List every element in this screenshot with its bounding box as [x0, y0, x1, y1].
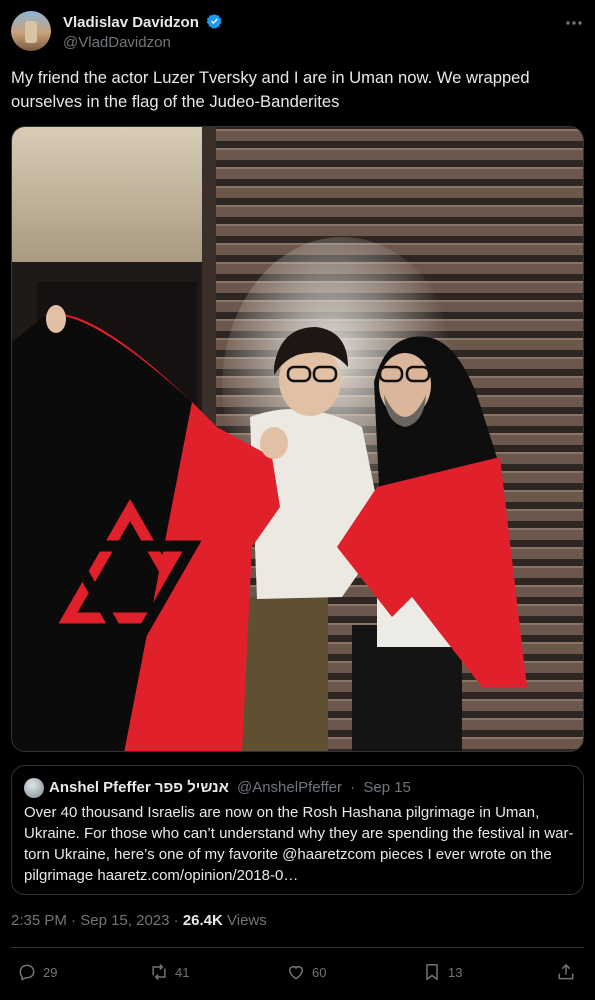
quoted-date: Sep 15 [363, 779, 411, 796]
repost-count: 41 [175, 964, 190, 980]
more-options-icon[interactable] [564, 13, 584, 33]
reply-count: 29 [43, 964, 58, 980]
tweet-header: Vladislav Davidzon @VladDavidzon [11, 11, 584, 55]
author-name-row[interactable]: Vladislav Davidzon [63, 13, 223, 31]
quoted-tweet-text: Over 40 thousand Israelis are now on the… [24, 804, 574, 884]
author-handle[interactable]: @VladDavidzon [63, 34, 171, 51]
share-icon [558, 963, 574, 980]
tweet-actions-bar: 29 41 60 13 [11, 958, 584, 986]
quoted-author-handle: @AnshelPfeffer [236, 779, 342, 796]
author-avatar[interactable] [11, 11, 51, 51]
quoted-author-avatar [24, 778, 44, 798]
quoted-tweet-header: Anshel Pfeffer אנשיל פפר @AnshelPfeffer … [49, 779, 411, 796]
tweet-date[interactable]: Sep 15, 2023 [80, 912, 169, 929]
views-label: Views [227, 912, 267, 929]
timestamp-separator: · [71, 912, 81, 929]
bookmark-icon [426, 964, 438, 981]
quoted-separator: · [350, 779, 356, 796]
quoted-tweet[interactable]: Anshel Pfeffer אנשיל פפר @AnshelPfeffer … [11, 765, 584, 895]
share-button[interactable] [556, 960, 582, 984]
bookmark-count: 13 [448, 964, 463, 980]
tweet-timestamp[interactable]: 2:35 PM · Sep 15, 2023 · 26.4K Views [11, 912, 267, 929]
repost-button[interactable]: 41 [149, 960, 189, 984]
photo-illustration [12, 127, 583, 751]
like-count: 60 [312, 964, 327, 980]
verified-badge-icon [206, 14, 222, 29]
bookmark-button[interactable]: 13 [422, 960, 462, 984]
tweet-photo[interactable] [11, 126, 584, 752]
like-button[interactable]: 60 [286, 960, 326, 984]
repost-icon [152, 963, 166, 981]
tweet-text: My friend the actor Luzer Tversky and I … [11, 68, 530, 111]
heart-icon [289, 966, 303, 980]
views-separator: · [173, 912, 183, 929]
reply-button[interactable]: 29 [17, 960, 57, 984]
tweet-time[interactable]: 2:35 PM [11, 912, 67, 929]
quoted-author-name: Anshel Pfeffer אנשיל פפר [49, 779, 229, 796]
divider [11, 947, 584, 948]
reply-icon [19, 964, 35, 981]
author-name[interactable]: Vladislav Davidzon [63, 14, 199, 31]
views-count: 26.4K [182, 912, 223, 929]
